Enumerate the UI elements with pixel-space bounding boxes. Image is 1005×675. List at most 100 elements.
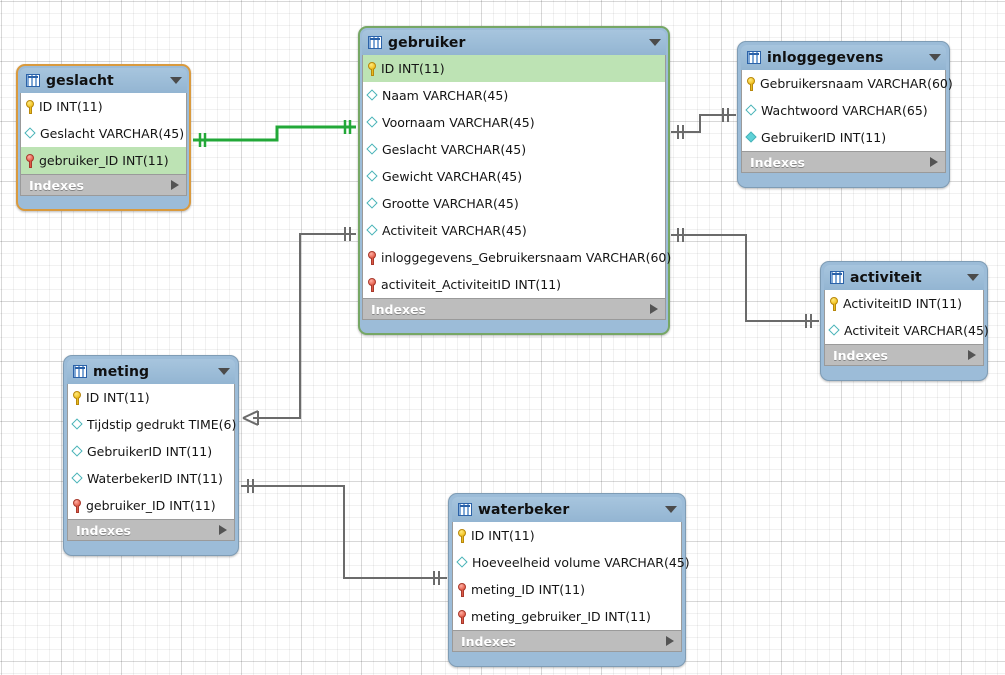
indexes-section-activiteit[interactable]: Indexes [824, 344, 984, 366]
column-label: WaterbekerID INT(11) [87, 471, 223, 486]
column-row[interactable]: Gewicht VARCHAR(45) [363, 163, 665, 190]
table-geslacht[interactable]: geslacht ID INT(11) Geslacht VARCHAR(45) ge… [16, 64, 191, 211]
table-inloggegevens[interactable]: inloggegevens Gebruikersnaam VARCHAR(60) W… [737, 41, 953, 188]
relationship-geslacht-gebruiker[interactable] [193, 120, 356, 147]
column-row[interactable]: meting_gebruiker_ID INT(11) [453, 603, 681, 630]
column-row[interactable]: Geslacht VARCHAR(45) [363, 136, 665, 163]
column-label: Grootte VARCHAR(45) [382, 196, 519, 211]
table-gebruiker[interactable]: gebruiker ID INT(11) Naam VARCHAR(45) Voorn… [358, 26, 671, 335]
relationship-meting-gebruiker[interactable] [242, 227, 356, 426]
column-row[interactable]: Naam VARCHAR(45) [363, 82, 665, 109]
column-row[interactable]: inloggegevens_Gebruikersnaam VARCHAR(60) [363, 244, 671, 271]
column-row[interactable]: Geslacht VARCHAR(45) [21, 120, 186, 147]
table-title: gebruiker [388, 34, 466, 51]
chevron-right-icon[interactable] [650, 304, 658, 314]
chevron-down-icon[interactable] [967, 274, 979, 281]
relationship-gebruiker-inloggegevens[interactable] [671, 108, 736, 139]
table-footer [362, 320, 666, 331]
column-row[interactable]: Activiteit VARCHAR(45) [363, 217, 665, 244]
column-diamond-icon [367, 198, 379, 210]
table-header-activiteit[interactable]: activiteit [824, 265, 984, 290]
table-icon [458, 503, 472, 516]
pk-key-icon [829, 296, 840, 311]
table-icon [747, 51, 761, 64]
column-label: meting_gebruiker_ID INT(11) [471, 609, 651, 624]
column-label: Naam VARCHAR(45) [382, 88, 509, 103]
chevron-right-icon[interactable] [930, 157, 938, 167]
column-diamond-icon [367, 117, 379, 129]
indexes-label: Indexes [750, 154, 805, 170]
column-list: ID INT(11) Geslacht VARCHAR(45) gebruiker_… [20, 93, 187, 174]
column-row[interactable]: ID INT(11) [363, 55, 665, 82]
column-row[interactable]: Voornaam VARCHAR(45) [363, 109, 665, 136]
table-icon [368, 36, 382, 49]
column-diamond-icon [367, 171, 379, 183]
column-row[interactable]: ID INT(11) [21, 93, 186, 120]
table-header-waterbeker[interactable]: waterbeker [452, 497, 682, 522]
table-title: inloggegevens [767, 49, 884, 66]
chevron-down-icon[interactable] [170, 77, 182, 84]
column-label: Activiteit VARCHAR(45) [844, 323, 989, 338]
column-row[interactable]: Hoeveelheid volume VARCHAR(45) [453, 549, 690, 576]
column-diamond-icon [367, 225, 379, 237]
table-footer [67, 541, 235, 552]
fk-key-icon [72, 498, 83, 513]
column-row[interactable]: gebruiker_ID INT(11) [68, 492, 234, 519]
chevron-right-icon[interactable] [219, 525, 227, 535]
column-row[interactable]: Gebruikersnaam VARCHAR(60) [742, 70, 953, 97]
table-footer [741, 173, 946, 184]
chevron-right-icon[interactable] [968, 350, 976, 360]
table-header-inloggegevens[interactable]: inloggegevens [741, 45, 946, 70]
indexes-section-inloggegevens[interactable]: Indexes [741, 151, 946, 173]
column-diamond-icon [367, 144, 379, 156]
column-list: Gebruikersnaam VARCHAR(60) Wachtwoord VAR… [741, 70, 953, 151]
table-meting[interactable]: meting ID INT(11) Tijdstip gedrukt TIME(6)… [63, 355, 239, 556]
table-header-gebruiker[interactable]: gebruiker [362, 30, 666, 55]
indexes-label: Indexes [833, 347, 888, 363]
column-row[interactable]: GebruikerID INT(11) [742, 124, 945, 151]
column-row[interactable]: WaterbekerID INT(11) [68, 465, 234, 492]
table-header-meting[interactable]: meting [67, 359, 235, 384]
pk-key-icon [367, 61, 378, 76]
column-row[interactable]: Activiteit VARCHAR(45) [825, 317, 989, 344]
column-label: GebruikerID INT(11) [87, 444, 213, 459]
column-row[interactable]: GebruikerID INT(11) [68, 438, 234, 465]
chevron-down-icon[interactable] [665, 506, 677, 513]
column-row[interactable]: gebruiker_ID INT(11) [21, 147, 186, 174]
column-row[interactable]: ID INT(11) [453, 522, 681, 549]
column-list: ID INT(11) Tijdstip gedrukt TIME(6) Gebrui… [67, 384, 236, 519]
column-label: gebruiker_ID INT(11) [39, 153, 169, 168]
indexes-label: Indexes [371, 301, 426, 317]
column-row[interactable]: ActiviteitID INT(11) [825, 290, 983, 317]
column-label: Gebruikersnaam VARCHAR(60) [760, 76, 953, 91]
column-diamond-icon [367, 90, 379, 102]
chevron-down-icon[interactable] [218, 368, 230, 375]
column-label: ID INT(11) [39, 99, 103, 114]
relationship-gebruiker-activiteit[interactable] [671, 228, 819, 328]
indexes-section-meting[interactable]: Indexes [67, 519, 235, 541]
column-row[interactable]: meting_ID INT(11) [453, 576, 681, 603]
table-activiteit[interactable]: activiteit ActiviteitID INT(11) Activiteit… [820, 261, 989, 381]
indexes-section-gebruiker[interactable]: Indexes [362, 298, 666, 320]
chevron-right-icon[interactable] [666, 636, 674, 646]
chevron-down-icon[interactable] [649, 39, 661, 46]
eer-diagram-canvas[interactable]: geslacht ID INT(11) Geslacht VARCHAR(45) ge… [0, 0, 1005, 675]
relationship-meting-waterbeker[interactable] [241, 479, 447, 585]
column-list: ID INT(11) Naam VARCHAR(45) Voornaam VARCH… [362, 55, 671, 298]
column-label: ActiviteitID INT(11) [843, 296, 963, 311]
column-row[interactable]: activiteit_ActiviteitID INT(11) [363, 271, 665, 298]
table-header-geslacht[interactable]: geslacht [20, 68, 187, 93]
table-waterbeker[interactable]: waterbeker ID INT(11) Hoeveelheid volume V… [448, 493, 690, 667]
column-row[interactable]: Tijdstip gedrukt TIME(6) [68, 411, 236, 438]
fk-key-icon [367, 277, 378, 292]
chevron-right-icon[interactable] [171, 180, 179, 190]
column-diamond-icon [72, 419, 84, 431]
chevron-down-icon[interactable] [929, 54, 941, 61]
fk-key-icon [457, 609, 468, 624]
indexes-section-geslacht[interactable]: Indexes [20, 174, 187, 196]
column-diamond-icon [829, 325, 841, 337]
column-row[interactable]: ID INT(11) [68, 384, 234, 411]
indexes-section-waterbeker[interactable]: Indexes [452, 630, 682, 652]
column-row[interactable]: Grootte VARCHAR(45) [363, 190, 665, 217]
column-row[interactable]: Wachtwoord VARCHAR(65) [742, 97, 945, 124]
